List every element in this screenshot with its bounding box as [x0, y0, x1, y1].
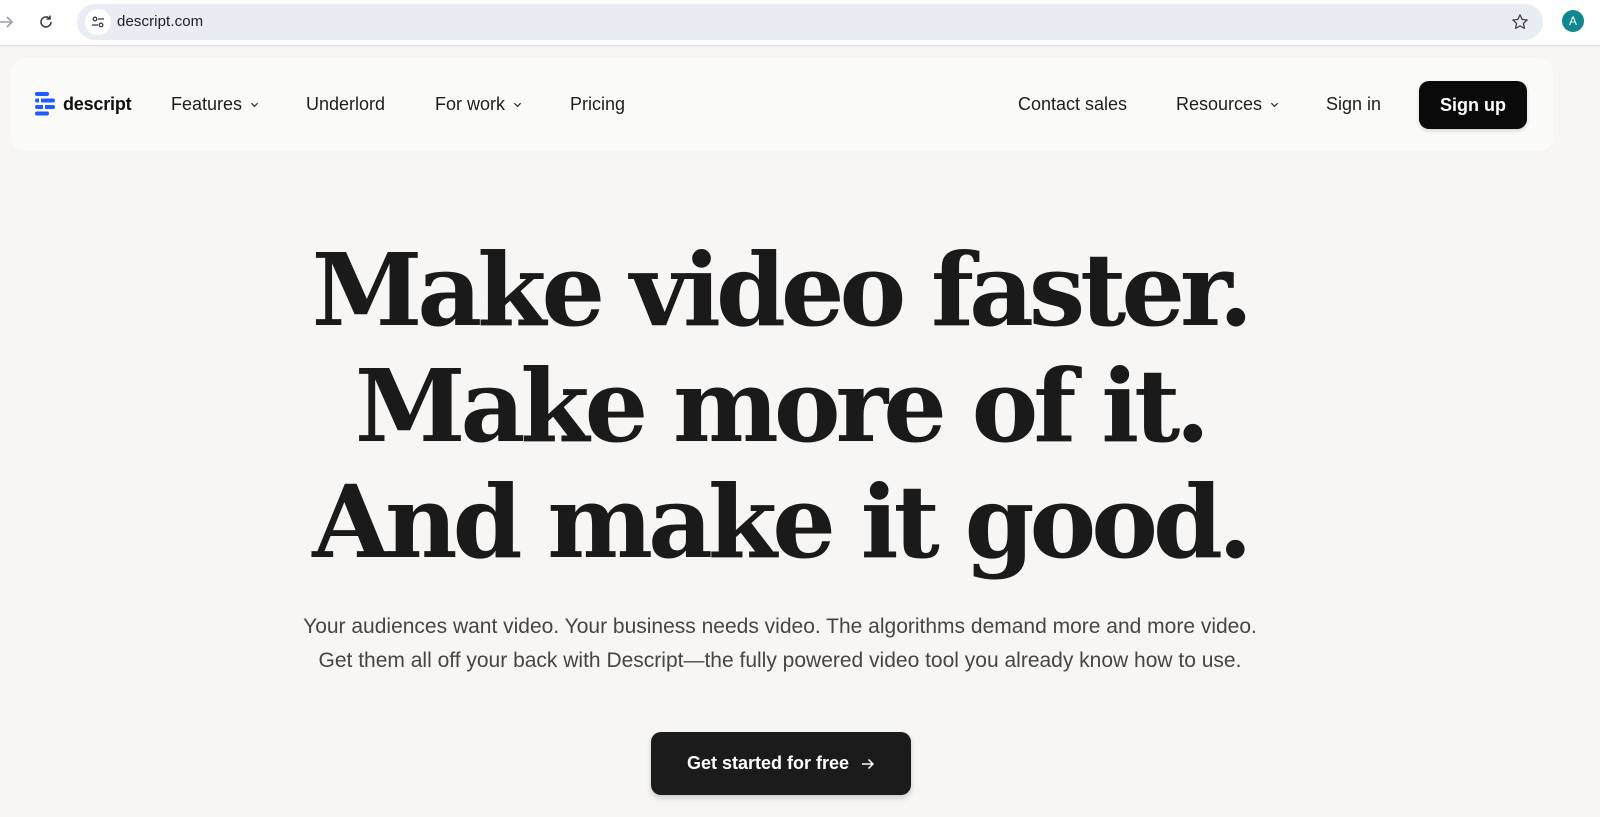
nav-underlord-label: Underlord [306, 93, 386, 114]
hero-headline-line-1: Make video faster. [311, 231, 1254, 349]
chevron-down-icon [250, 102, 259, 107]
get-started-button[interactable]: Get started for free [651, 732, 911, 795]
nav-for-work-label: For work [435, 93, 506, 114]
nav-sign-in-label: Sign in [1326, 93, 1382, 114]
nav-contact-sales[interactable]: Contact sales [1018, 91, 1127, 117]
chevron-down-icon [513, 102, 522, 107]
nav-contact-sales-label: Contact sales [1018, 93, 1128, 114]
nav-pricing[interactable]: Pricing [570, 91, 625, 117]
hero-subheading-line-2: Get them all off your back with Descript… [318, 649, 1242, 672]
descript-logo[interactable]: descript [35, 91, 132, 117]
tune-icon [92, 16, 104, 28]
nav-resources[interactable]: Resources [1176, 91, 1279, 117]
nav-sign-in[interactable]: Sign in [1326, 91, 1381, 117]
hero-subheading: Your audiences want video. Your business… [0, 610, 1560, 678]
get-started-label: Get started for free [686, 753, 850, 773]
arrow-right-icon [0, 16, 14, 28]
hero-subheading-line-1: Your audiences want video. Your business… [303, 615, 1257, 638]
profile-avatar[interactable]: A [1562, 10, 1584, 32]
site-navbar: descript Features Underlord For work Pri… [11, 58, 1553, 151]
nav-underlord[interactable]: Underlord [306, 91, 385, 117]
reload-button[interactable] [33, 9, 59, 35]
url-text[interactable]: descript.com [117, 13, 203, 30]
reload-icon [40, 15, 52, 28]
site-info-button[interactable] [85, 9, 111, 35]
nav-resources-label: Resources [1176, 93, 1263, 114]
star-icon [1512, 14, 1528, 30]
hero-headline-line-3: And make it good. [312, 463, 1252, 581]
address-bar[interactable]: descript.com [77, 4, 1543, 40]
descript-logo-icon [35, 92, 55, 116]
chevron-down-icon [1270, 102, 1279, 107]
hero-headline: Make video faster. Make more of it. And … [0, 232, 1560, 580]
sign-up-button[interactable]: Sign up [1419, 81, 1527, 129]
hero-headline-line-2: Make more of it. [354, 347, 1210, 465]
nav-features[interactable]: Features [171, 91, 259, 117]
nav-features-label: Features [171, 93, 243, 114]
logo-text: descript [63, 93, 132, 114]
nav-for-work[interactable]: For work [435, 91, 522, 117]
bookmark-button[interactable] [1509, 11, 1531, 33]
browser-toolbar: descript.com A [0, 0, 1600, 46]
forward-button[interactable] [0, 9, 20, 35]
arrow-right-icon [862, 758, 875, 769]
nav-pricing-label: Pricing [570, 93, 626, 114]
